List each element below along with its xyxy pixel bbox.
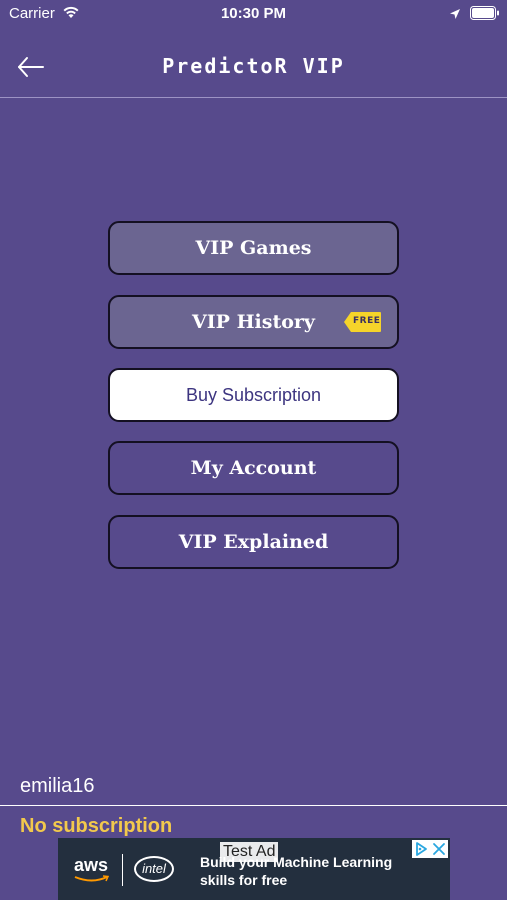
status-time: 10:30 PM [220,5,287,22]
navigation-bar: PredictoR VIP [0,28,507,98]
buy-subscription-button[interactable]: Buy Subscription [108,368,399,422]
battery-icon [470,6,500,20]
aws-smile-icon [74,875,110,882]
free-tag-badge: FREE [344,311,382,333]
location-arrow-icon [449,7,461,19]
nav-divider [0,97,507,98]
subscription-status: No subscription [20,815,173,837]
bottom-divider [0,805,507,806]
buy-subscription-label: Buy Subscription [185,384,322,405]
free-tag-label: FREE [353,316,381,326]
my-account-button[interactable]: My Account [108,441,399,495]
ad-banner[interactable]: aws intel Build your Machine Learning sk… [58,838,450,900]
intel-logo: intel [134,856,174,882]
vip-games-button[interactable]: VIP Games [108,221,399,275]
adchoices-icon[interactable] [412,840,430,858]
vip-games-label: VIP Games [195,237,312,259]
username-label: emilia16 [20,775,95,797]
test-ad-label: Test Ad [220,842,279,862]
vip-history-button[interactable]: VIP History FREE [108,295,399,349]
close-icon[interactable] [430,840,448,858]
vip-explained-label: VIP Explained [178,531,329,553]
status-bar: Carrier 10:30 PM [0,0,507,28]
page-title: PredictoR VIP [162,54,345,78]
aws-logo: aws [74,855,109,875]
ad-separator [122,854,123,886]
vip-explained-button[interactable]: VIP Explained [108,515,399,569]
vip-history-label: VIP History [192,311,315,333]
my-account-label: My Account [190,457,317,479]
